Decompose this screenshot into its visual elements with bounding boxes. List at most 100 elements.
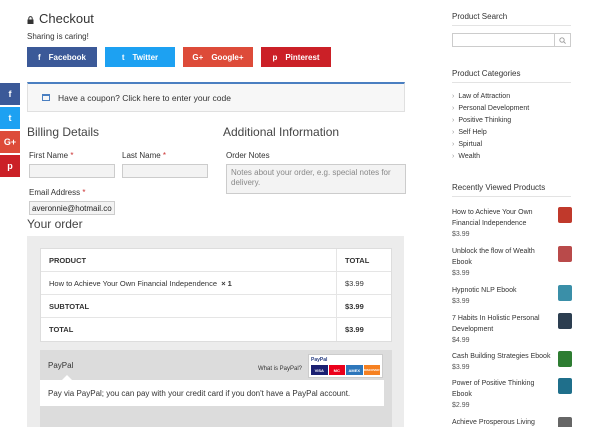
divider bbox=[452, 25, 571, 26]
facebook-share-button[interactable]: f Facebook bbox=[27, 47, 97, 67]
category-label[interactable]: Wealth bbox=[458, 153, 480, 160]
list-item[interactable]: Hypnotic NLP Ebook $3.99 bbox=[452, 285, 572, 307]
product-thumbnail[interactable] bbox=[558, 285, 572, 301]
product-thumbnail[interactable] bbox=[558, 351, 572, 367]
floating-twitter-button[interactable]: t bbox=[0, 107, 20, 129]
category-item[interactable]: › Positive Thinking bbox=[452, 114, 529, 126]
floating-facebook-button[interactable]: f bbox=[0, 83, 20, 105]
product-thumbnail[interactable] bbox=[558, 417, 572, 427]
divider bbox=[452, 82, 571, 83]
category-label[interactable]: Self Help bbox=[458, 129, 486, 136]
chevron-right-icon: › bbox=[452, 104, 455, 112]
order-item-name: How to Achieve Your Own Financial Indepe… bbox=[49, 278, 218, 288]
order-table: PRODUCT TOTAL How to Achieve Your Own Fi… bbox=[40, 248, 392, 342]
chevron-right-icon: › bbox=[452, 140, 455, 148]
coupon-notice[interactable]: Have a coupon? Click here to enter your … bbox=[27, 82, 405, 112]
category-label[interactable]: Law of Attraction bbox=[458, 93, 510, 100]
product-price: $3.99 bbox=[452, 298, 470, 305]
subtotal-value: $3.99 bbox=[345, 301, 364, 311]
billing-heading: Billing Details bbox=[27, 125, 100, 139]
order-item-total: $3.99 bbox=[345, 278, 364, 288]
coupon-link[interactable]: Have a coupon? Click here to enter your … bbox=[58, 93, 231, 103]
product-link[interactable]: Achieve Prosperous Living bbox=[452, 417, 552, 427]
payment-methods: PayPal What is PayPal? PayPal VISA MC AM… bbox=[40, 350, 392, 427]
total-label: TOTAL bbox=[41, 318, 337, 341]
checkout-main: Checkout Sharing is caring! f Facebook t… bbox=[27, 0, 407, 427]
list-item[interactable]: 7 Habits In Holistic Personal Developmen… bbox=[452, 313, 572, 346]
category-item[interactable]: › Law of Attraction bbox=[452, 90, 529, 102]
subtotal-row: SUBTOTAL $3.99 bbox=[41, 295, 391, 318]
product-thumbnail[interactable] bbox=[558, 378, 572, 394]
paypal-logo: PayPal bbox=[311, 357, 328, 363]
last-name-label: Last Name * bbox=[122, 151, 167, 160]
googleplus-share-button[interactable]: G+ Google+ bbox=[183, 47, 253, 67]
floating-pinterest-button[interactable]: p bbox=[0, 155, 20, 177]
twitter-icon: t bbox=[8, 113, 12, 123]
recently-viewed-title: Recently Viewed Products bbox=[452, 183, 546, 192]
subtotal-label: SUBTOTAL bbox=[41, 295, 337, 317]
list-item[interactable]: Power of Positive Thinking Ebook $2.99 bbox=[452, 378, 572, 411]
category-label[interactable]: Positive Thinking bbox=[458, 117, 511, 124]
sharing-text: Sharing is caring! bbox=[27, 32, 89, 41]
page-title: Checkout bbox=[27, 11, 94, 26]
product-price: $3.99 bbox=[452, 270, 470, 277]
chevron-right-icon: › bbox=[452, 116, 455, 124]
product-thumbnail[interactable] bbox=[558, 313, 572, 329]
share-buttons: f Facebook t Twitter G+ Google+ p Pinter… bbox=[27, 47, 331, 67]
googleplus-icon: G+ bbox=[3, 137, 17, 147]
category-label[interactable]: Personal Development bbox=[458, 105, 529, 112]
window-icon bbox=[42, 94, 50, 101]
list-item[interactable]: How to Achieve Your Own Financial Indepe… bbox=[452, 207, 572, 240]
product-thumbnail[interactable] bbox=[558, 207, 572, 223]
pinterest-share-button[interactable]: p Pinterest bbox=[261, 47, 331, 67]
facebook-icon: f bbox=[37, 52, 41, 62]
list-item[interactable]: Unblock the flow of Wealth Ebook $3.99 bbox=[452, 246, 572, 279]
category-item[interactable]: › Self Help bbox=[452, 126, 529, 138]
product-link[interactable]: Power of Positive Thinking Ebook bbox=[452, 378, 552, 400]
divider bbox=[452, 196, 571, 197]
list-item[interactable]: Cash Building Strategies Ebook $3.99 bbox=[452, 351, 572, 373]
product-search-input[interactable] bbox=[452, 33, 571, 47]
floating-googleplus-button[interactable]: G+ bbox=[0, 131, 20, 153]
total-row: TOTAL $3.99 bbox=[41, 318, 391, 341]
search-icon bbox=[559, 36, 566, 44]
product-link[interactable]: How to Achieve Your Own Financial Indepe… bbox=[452, 207, 552, 229]
product-column-header: PRODUCT bbox=[41, 249, 337, 271]
category-list: › Law of Attraction › Personal Development… bbox=[452, 90, 529, 162]
last-name-field[interactable] bbox=[122, 164, 208, 178]
email-field[interactable] bbox=[29, 201, 115, 215]
chevron-right-icon: › bbox=[452, 128, 455, 136]
paypal-method-label[interactable]: PayPal bbox=[48, 361, 73, 370]
pinterest-icon: p bbox=[272, 52, 278, 62]
product-link[interactable]: Hypnotic NLP Ebook bbox=[452, 285, 552, 296]
search-button[interactable] bbox=[554, 34, 570, 46]
first-name-field[interactable] bbox=[29, 164, 115, 178]
pinterest-share-label: Pinterest bbox=[285, 52, 320, 62]
googleplus-icon: G+ bbox=[192, 52, 204, 62]
floating-share-bar: f t G+ p bbox=[0, 83, 20, 179]
product-price: $2.99 bbox=[452, 402, 470, 409]
product-price: $3.99 bbox=[452, 231, 470, 238]
total-value: $3.99 bbox=[345, 325, 364, 334]
category-item[interactable]: › Wealth bbox=[452, 150, 529, 162]
product-link[interactable]: Unblock the flow of Wealth Ebook bbox=[452, 246, 552, 268]
facebook-icon: f bbox=[8, 89, 12, 99]
product-link[interactable]: 7 Habits In Holistic Personal Developmen… bbox=[452, 313, 552, 335]
twitter-share-button[interactable]: t Twitter bbox=[105, 47, 175, 67]
product-thumbnail[interactable] bbox=[558, 246, 572, 262]
product-search-title: Product Search bbox=[452, 12, 508, 21]
pinterest-icon: p bbox=[7, 161, 13, 171]
additional-heading: Additional Information bbox=[223, 125, 340, 139]
list-item[interactable]: Achieve Prosperous Living bbox=[452, 417, 572, 427]
category-item[interactable]: › Spirtual bbox=[452, 138, 529, 150]
your-order-heading: Your order bbox=[27, 217, 83, 231]
what-is-paypal-link[interactable]: What is PayPal? bbox=[258, 366, 302, 372]
sidebar: Product Search Product Categories › Law o… bbox=[452, 0, 572, 427]
category-label[interactable]: Spirtual bbox=[458, 141, 482, 148]
product-price: $3.99 bbox=[452, 364, 470, 371]
chevron-right-icon: › bbox=[452, 92, 455, 100]
order-notes-field[interactable]: Notes about your order, e.g. special not… bbox=[226, 164, 406, 194]
facebook-share-label: Facebook bbox=[48, 52, 86, 62]
product-link[interactable]: Cash Building Strategies Ebook bbox=[452, 351, 552, 362]
category-item[interactable]: › Personal Development bbox=[452, 102, 529, 114]
